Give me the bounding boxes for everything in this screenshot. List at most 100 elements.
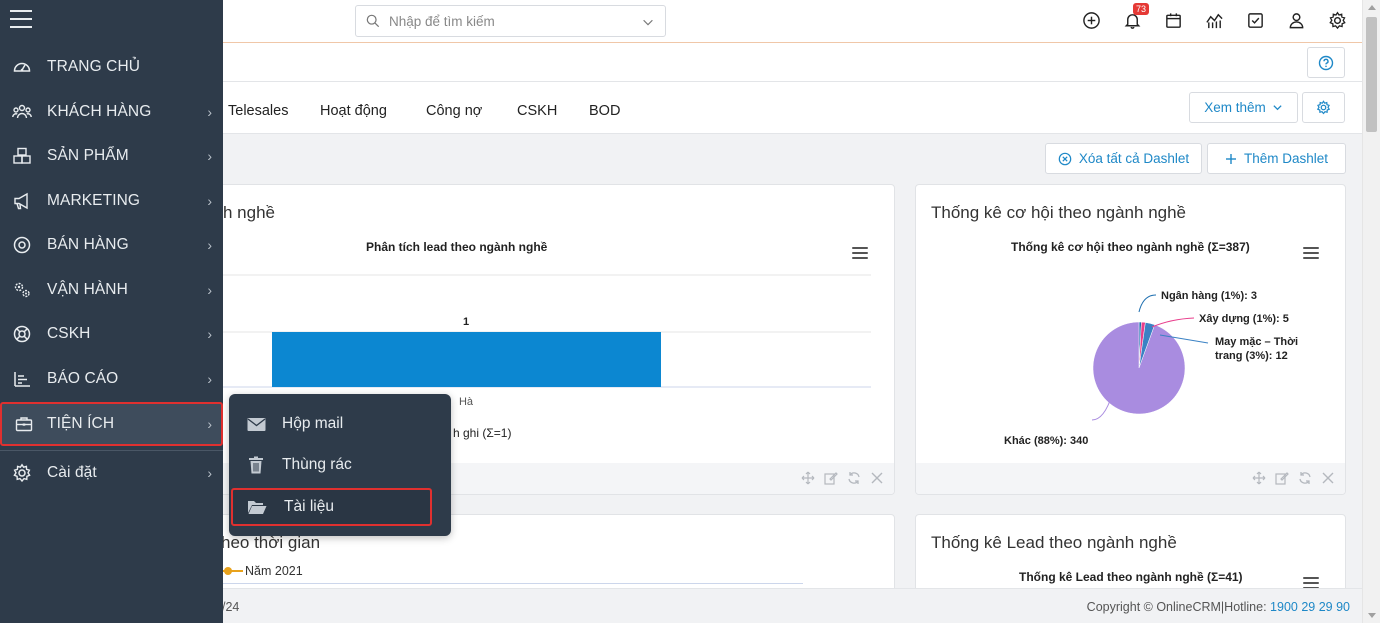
sidebar-item-van-hanh[interactable]: VẬN HÀNH › <box>0 268 223 312</box>
bell-icon[interactable]: 73 <box>1122 3 1150 31</box>
tab-bod[interactable]: BOD <box>589 103 620 119</box>
gear-icon <box>1316 100 1331 115</box>
pie-label-xay-dung: Xây dựng (1%): 5 <box>1199 313 1289 325</box>
tab-telesales[interactable]: Telesales <box>228 103 288 119</box>
pie-label-ngan-hang: Ngân hàng (1%): 3 <box>1161 290 1257 302</box>
sidebar-item-label: KHÁCH HÀNG <box>47 103 152 120</box>
bar-ha[interactable] <box>272 332 661 387</box>
connector-line <box>1151 317 1195 328</box>
sidebar-item-label: TRANG CHỦ <box>47 58 141 75</box>
copyright-text: Copyright © OnlineCRM|Hotline: 1900 29 2… <box>1086 600 1350 614</box>
submenu-item-hop-mail[interactable]: Hộp mail <box>229 404 451 444</box>
more-tabs-button[interactable]: Xem thêm <box>1189 92 1298 123</box>
refresh-icon[interactable] <box>1298 471 1312 485</box>
search-box[interactable]: Nhập để tìm kiếm <box>355 5 666 37</box>
close-icon[interactable] <box>870 471 884 485</box>
menu-toggle-icon[interactable] <box>10 10 32 30</box>
move-icon[interactable] <box>801 471 815 485</box>
trash-icon <box>246 456 266 474</box>
add-icon[interactable] <box>1081 10 1102 31</box>
search-icon <box>366 14 380 28</box>
chart-title: Thống kê cơ hội theo ngành nghề (Σ=387) <box>1011 240 1250 254</box>
more-label: Xem thêm <box>1204 100 1266 115</box>
clear-dashlets-label: Xóa tất cả Dashlet <box>1078 151 1190 166</box>
chart-menu-icon[interactable] <box>852 247 868 259</box>
tab-hoat-dong[interactable]: Hoạt động <box>320 103 387 119</box>
legend-label[interactable]: Năm 2021 <box>245 564 303 578</box>
close-icon[interactable] <box>1321 471 1335 485</box>
question-icon <box>1318 55 1334 70</box>
chevron-right-icon: › <box>207 282 212 298</box>
dashlet-title: Thống kê cơ hội theo ngành nghề <box>931 203 1187 222</box>
calendar-icon[interactable] <box>1163 10 1184 31</box>
boxes-icon <box>11 145 33 167</box>
report-icon <box>11 368 33 390</box>
task-check-icon[interactable] <box>1245 10 1266 31</box>
sidebar-item-marketing[interactable]: MARKETING › <box>0 179 223 223</box>
chevron-down-icon[interactable] <box>641 15 655 29</box>
dashlet-opportunity-industry: Thống kê cơ hội theo ngành nghề Thống kê… <box>915 184 1346 495</box>
refresh-icon[interactable] <box>847 471 861 485</box>
sidebar-item-ban-hang[interactable]: BÁN HÀNG › <box>0 223 223 267</box>
help-button[interactable] <box>1307 47 1345 78</box>
dashlet-title: heo thời gian <box>221 533 321 552</box>
sidebar-item-khach-hang[interactable]: KHÁCH HÀNG › <box>0 90 223 134</box>
sidebar-item-label: TIỆN ÍCH <box>47 415 115 432</box>
tab-cong-no[interactable]: Công nợ <box>426 103 482 119</box>
search-input[interactable]: Nhập để tìm kiếm <box>389 14 495 29</box>
dashlet-footer <box>916 463 1345 494</box>
lifebuoy-icon <box>11 323 33 345</box>
scroll-up-icon[interactable] <box>1368 5 1376 10</box>
chevron-right-icon: › <box>207 465 212 481</box>
bar-chart: 1 Hà <box>201 274 871 405</box>
chevron-right-icon: › <box>207 193 212 209</box>
sidebar-item-label: VẬN HÀNH <box>47 281 128 298</box>
hotline-link[interactable]: 1900 29 29 90 <box>1270 600 1350 614</box>
chevron-right-icon: › <box>207 237 212 253</box>
dashboard-icon <box>11 56 33 78</box>
briefcase-icon <box>13 413 35 435</box>
add-dashlet-button[interactable]: Thêm Dashlet <box>1207 143 1346 174</box>
user-icon[interactable] <box>1286 10 1307 31</box>
bar-value-label: 1 <box>463 316 469 328</box>
legend-marker-icon <box>221 567 243 575</box>
pie-label-khac: Khác (88%): 340 <box>1004 435 1088 447</box>
target-icon <box>11 234 33 256</box>
close-circle-icon <box>1058 152 1072 165</box>
sidebar-item-tien-ich[interactable]: TIỆN ÍCH › <box>0 402 223 446</box>
vertical-scrollbar[interactable] <box>1362 0 1380 623</box>
sidebar: TRANG CHỦ KHÁCH HÀNG › SẢN PHẨM › MARKET… <box>0 0 223 623</box>
move-icon[interactable] <box>1252 471 1266 485</box>
tab-cskh[interactable]: CSKH <box>517 103 557 119</box>
settings-icon[interactable] <box>1327 10 1348 31</box>
scroll-down-icon[interactable] <box>1368 613 1376 618</box>
chevron-right-icon: › <box>207 104 212 120</box>
chart-line-icon[interactable] <box>1204 10 1225 31</box>
sidebar-item-cskh[interactable]: CSKH › <box>0 312 223 356</box>
dashlet-title: h nghề <box>223 203 275 222</box>
tien-ich-submenu: Hộp mail Thùng rác Tài liệu <box>229 394 451 536</box>
chevron-right-icon: › <box>207 416 212 432</box>
folder-open-icon <box>247 498 267 516</box>
x-tick-label: Hà <box>459 396 474 405</box>
submenu-label: Hộp mail <box>282 415 344 432</box>
submenu-item-thung-rac[interactable]: Thùng rác <box>229 445 451 485</box>
legend-fragment: h ghi (Σ=1) <box>453 426 512 440</box>
sidebar-item-cai-dat[interactable]: Cài đặt › <box>0 451 223 495</box>
clear-dashlets-button[interactable]: Xóa tất cả Dashlet <box>1045 143 1202 174</box>
pie-chart: Ngân hàng (1%): 3 Xây dựng (1%): 5 May m… <box>1004 290 1298 447</box>
submenu-label: Tài liệu <box>284 498 334 515</box>
tab-settings-button[interactable] <box>1302 92 1345 123</box>
chart-menu-icon[interactable] <box>1303 247 1319 259</box>
submenu-item-tai-lieu[interactable]: Tài liệu <box>231 488 432 526</box>
scroll-thumb[interactable] <box>1366 17 1377 132</box>
edit-icon[interactable] <box>824 471 838 485</box>
sidebar-item-bao-cao[interactable]: BÁO CÁO › <box>0 357 223 401</box>
plus-icon <box>1225 153 1236 164</box>
edit-icon[interactable] <box>1275 471 1289 485</box>
sidebar-item-san-pham[interactable]: SẢN PHẨM › <box>0 134 223 178</box>
sidebar-item-trang-chu[interactable]: TRANG CHỦ <box>0 45 223 89</box>
pie-slice-3[interactable] <box>1092 321 1186 415</box>
date-fragment: /24 <box>222 600 240 614</box>
sidebar-item-label: MARKETING <box>47 192 141 209</box>
